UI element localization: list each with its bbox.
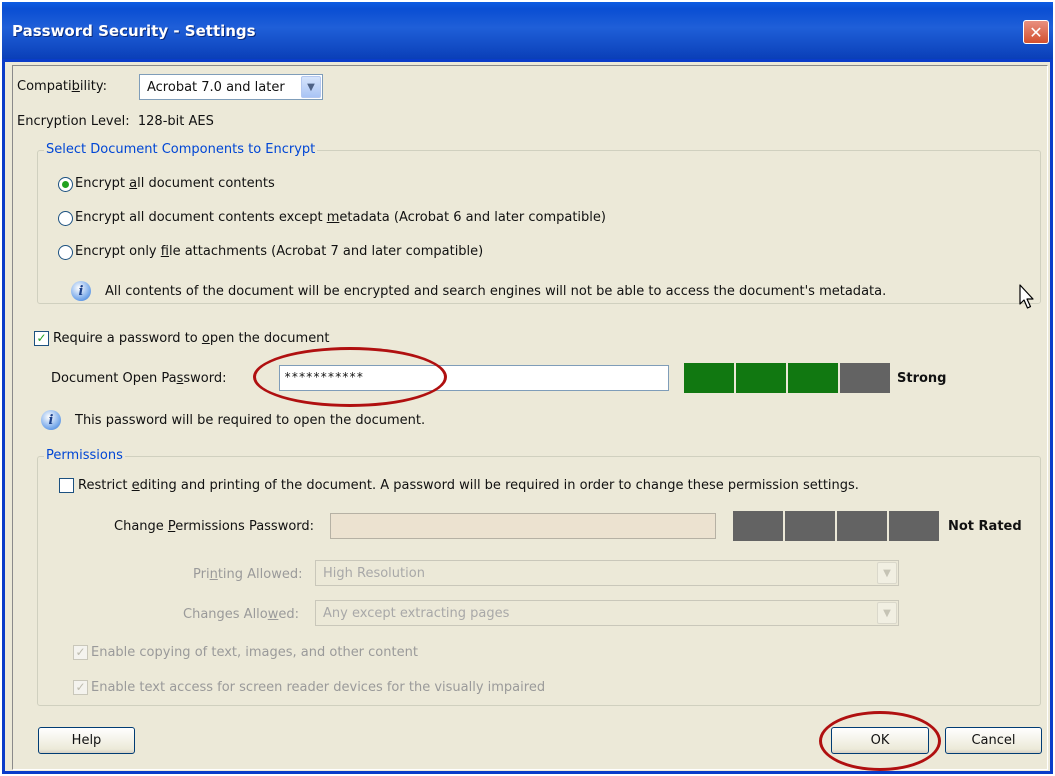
- components-group: [37, 150, 1041, 304]
- printing-allowed-label: Printing Allowed:: [193, 567, 303, 582]
- change-permissions-label: Change Permissions Password:: [114, 519, 315, 534]
- info-icon: i: [41, 410, 61, 430]
- dialog-window: Password Security - Settings ✕ Compatibi…: [2, 2, 1053, 774]
- strength-segment: [736, 363, 786, 393]
- cancel-button[interactable]: Cancel: [945, 727, 1042, 754]
- encrypt-attachments-label[interactable]: Encrypt only file attachments (Acrobat 7…: [75, 244, 483, 259]
- info-icon: i: [71, 281, 91, 301]
- enable-copying-checkbox[interactable]: ✓: [73, 645, 88, 660]
- strength-segment: [785, 511, 835, 541]
- strength-segment: [684, 363, 734, 393]
- require-password-label[interactable]: Require a password to open the document: [53, 331, 330, 346]
- open-password-strength-meter: [684, 363, 890, 393]
- help-button[interactable]: Help: [38, 727, 135, 754]
- compatibility-label: Compatibility:: [17, 79, 107, 94]
- compatibility-value: Acrobat 7.0 and later: [147, 80, 285, 95]
- changes-allowed-select[interactable]: Any except extracting pages ▼: [315, 600, 899, 626]
- dialog-content: Compatibility: Acrobat 7.0 and later ▼ E…: [12, 65, 1048, 771]
- dialog-title: Password Security - Settings: [12, 22, 256, 40]
- permissions-legend: Permissions: [44, 448, 125, 463]
- change-permissions-strength: Not Rated: [948, 519, 1022, 534]
- title-bar[interactable]: Password Security - Settings ✕: [2, 2, 1053, 62]
- open-password-info-text: This password will be required to open t…: [75, 413, 426, 428]
- encrypt-except-metadata-radio[interactable]: [58, 211, 73, 226]
- change-permissions-input[interactable]: [330, 513, 716, 539]
- change-permissions-strength-meter: [733, 511, 939, 541]
- chevron-down-icon[interactable]: ▼: [877, 602, 897, 624]
- printing-allowed-value: High Resolution: [323, 566, 425, 581]
- open-password-input[interactable]: ***********: [279, 365, 669, 391]
- strength-segment: [788, 363, 838, 393]
- components-legend: Select Document Components to Encrypt: [44, 142, 318, 157]
- changes-allowed-value: Any except extracting pages: [323, 606, 510, 621]
- mouse-cursor-icon: [1019, 284, 1034, 309]
- changes-allowed-label: Changes Allowed:: [183, 607, 300, 622]
- encryption-level: Encryption Level: 128-bit AES: [17, 114, 214, 129]
- printing-allowed-select[interactable]: High Resolution ▼: [315, 560, 899, 586]
- strength-segment: [840, 363, 890, 393]
- open-password-strength: Strong: [897, 371, 947, 386]
- strength-segment: [889, 511, 939, 541]
- encrypt-except-metadata-label[interactable]: Encrypt all document contents except met…: [75, 210, 606, 225]
- open-password-value: ***********: [284, 370, 364, 384]
- ok-button[interactable]: OK: [831, 727, 929, 754]
- enable-screen-reader-checkbox[interactable]: ✓: [73, 680, 88, 695]
- enable-screen-reader-label[interactable]: Enable text access for screen reader dev…: [91, 680, 545, 695]
- restrict-editing-label[interactable]: Restrict editing and printing of the doc…: [78, 478, 859, 493]
- close-button[interactable]: ✕: [1023, 20, 1049, 44]
- open-password-label: Document Open Password:: [51, 371, 227, 386]
- restrict-editing-checkbox[interactable]: [59, 478, 74, 493]
- encrypt-attachments-radio[interactable]: [58, 245, 73, 260]
- strength-segment: [733, 511, 783, 541]
- enable-copying-label[interactable]: Enable copying of text, images, and othe…: [91, 645, 418, 660]
- chevron-down-icon[interactable]: ▼: [301, 76, 321, 98]
- compatibility-select[interactable]: Acrobat 7.0 and later ▼: [139, 74, 323, 100]
- components-info-text: All contents of the document will be enc…: [105, 284, 887, 299]
- chevron-down-icon[interactable]: ▼: [877, 562, 897, 584]
- encrypt-all-radio[interactable]: [58, 177, 73, 192]
- encrypt-all-label[interactable]: Encrypt all document contents: [75, 176, 275, 191]
- strength-segment: [837, 511, 887, 541]
- require-password-checkbox[interactable]: ✓: [34, 331, 49, 346]
